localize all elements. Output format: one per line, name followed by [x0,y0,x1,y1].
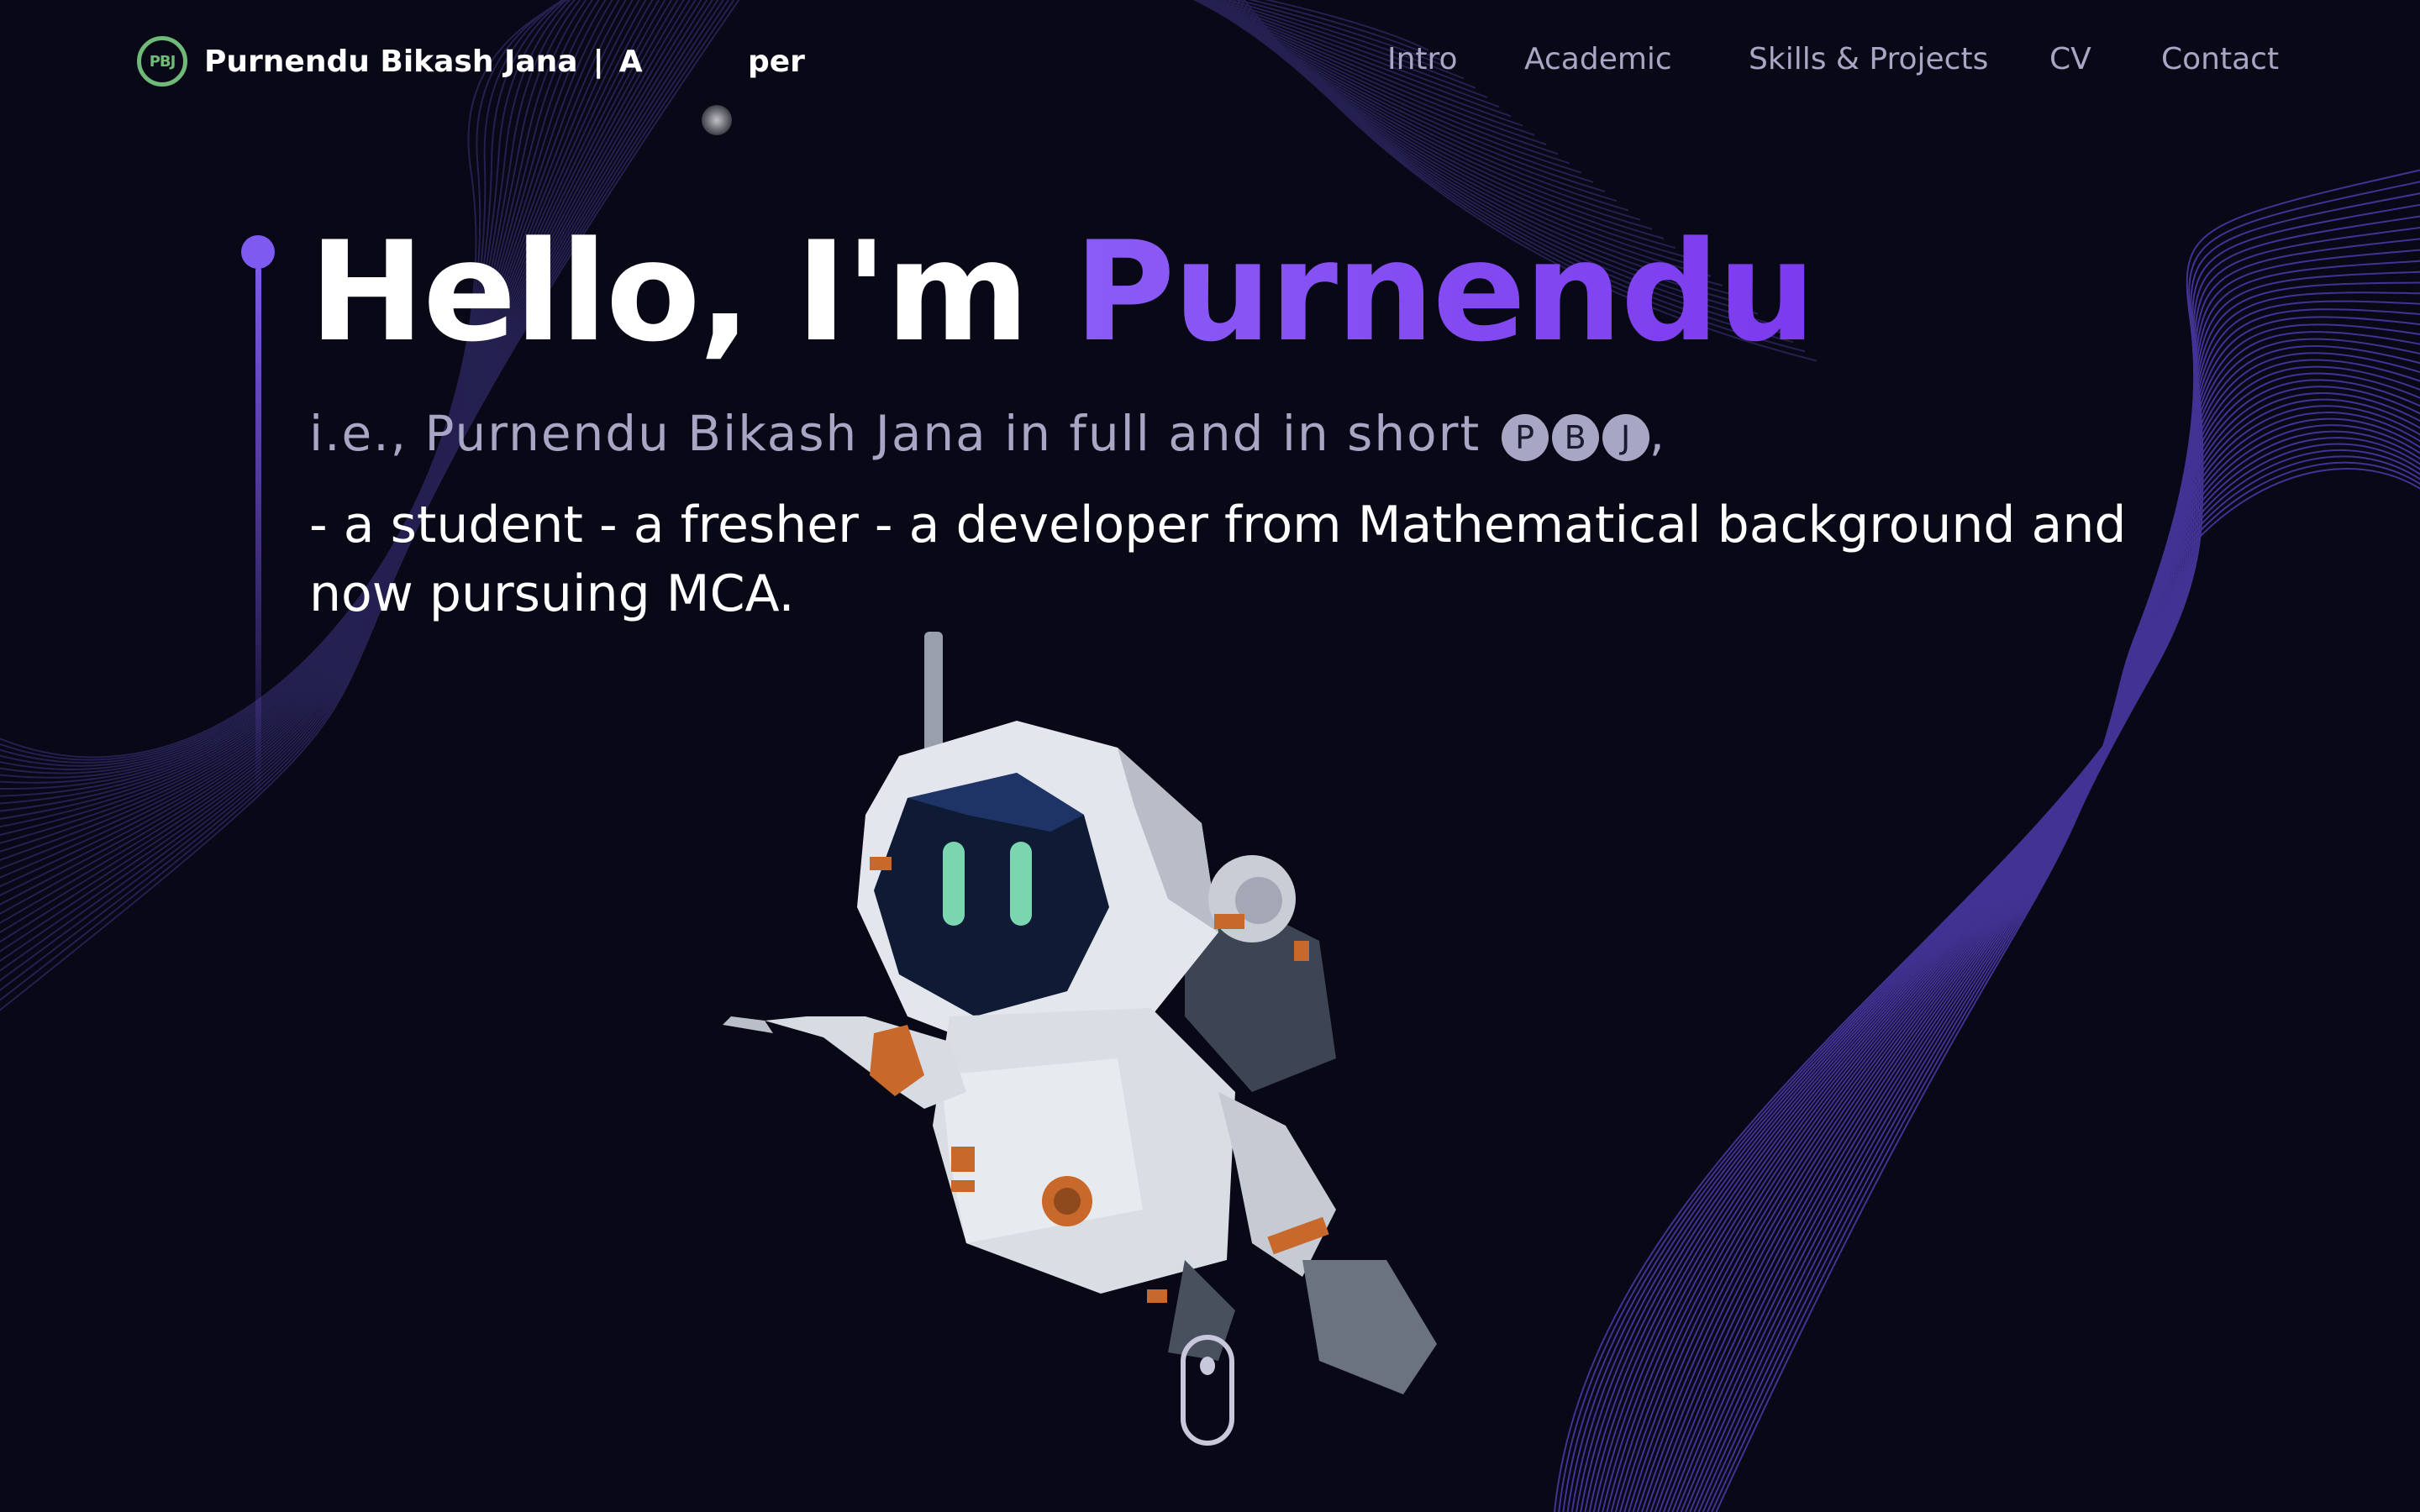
hero-subtitle: i.e., Purnendu Bikash Jana in full and i… [309,405,1666,462]
hero-greeting: Hello, I'm [309,212,1075,372]
logo-text: PBJ [149,52,176,71]
nav-contact[interactable]: Contact [2161,42,2279,76]
brand[interactable]: PBJ Purnendu Bikash Jana | A per [137,36,813,87]
astronaut-illustration [723,632,1437,1394]
nav-intro[interactable]: Intro [1387,42,1458,76]
nav-cv[interactable]: CV [2049,42,2091,76]
wave-line [1562,192,2420,1512]
hero-name: Purnendu [1074,212,1816,372]
hero-description: - a student - a fresher - a developer fr… [309,496,2127,623]
hero-subtitle-text: i.e., Purnendu Bikash Jana in full and i… [309,405,1498,462]
timeline-dot [241,235,275,269]
badge-j: J [1602,414,1649,461]
hero-subtitle-end: , [1649,405,1667,462]
brand-separator: | [592,44,604,79]
nav-skills-projects[interactable]: Skills & Projects [1749,42,1988,76]
pbj-logo-icon: PBJ [137,36,187,87]
nav-academic[interactable]: Academic [1524,42,1672,76]
hero-title: Hello, I'm Purnendu [309,216,1816,368]
brand-role-typing: A per [618,44,805,79]
brand-name: Purnendu Bikash Jana [204,44,578,79]
badge-b: B [1551,414,1599,461]
cursor-glow [702,105,732,135]
mouse-scroll-icon[interactable] [1180,1334,1235,1446]
badge-p: P [1501,414,1549,461]
timeline-line [255,267,261,805]
